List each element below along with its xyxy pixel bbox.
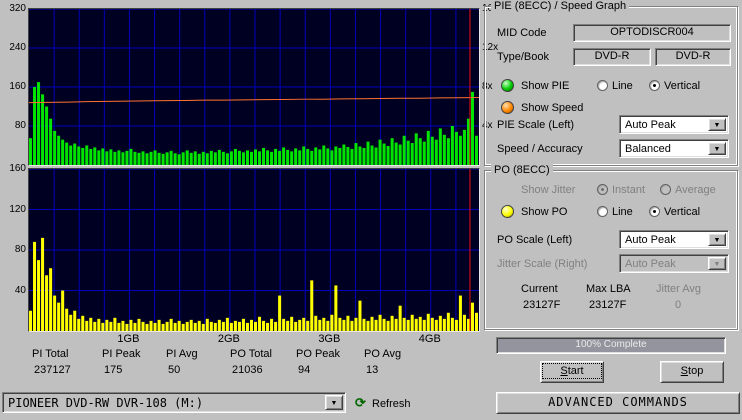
stat-label: PI Peak [102, 348, 141, 360]
jitter-scale-value: Auto Peak [625, 258, 676, 270]
stat-value: 21036 [232, 364, 263, 376]
progress-text: 100% Complete [575, 339, 647, 350]
jitter-average-label: Average [675, 184, 716, 196]
show-po-label: Show PO [521, 206, 568, 218]
chevron-down-icon: ▼ [330, 400, 338, 407]
jitter-instant-radio [597, 184, 608, 195]
jitter-avg-value: 0 [675, 299, 682, 311]
start-button[interactable]: Start [540, 361, 604, 383]
stat-value: 13 [366, 364, 379, 376]
max-lba-header: Max LBA [586, 283, 631, 295]
po-group-title: PO (8ECC) [491, 164, 553, 177]
pie-axis-labels: 320 240 160 80 [9, 3, 26, 131]
max-lba-value: 23127F [589, 299, 627, 311]
jitter-scale-dropdown-button: ▼ [708, 257, 726, 270]
book-type-value: DVD-R [655, 48, 731, 66]
stat-pi-peak: PI Peak 175 [102, 348, 168, 376]
disc-type-value: DVD-R [573, 48, 651, 66]
show-speed-led-toggle[interactable] [501, 101, 514, 114]
chevron-down-icon: ▼ [713, 146, 721, 153]
speed-accuracy-label: Speed / Accuracy [497, 143, 583, 155]
po-scale-value: Auto Peak [625, 234, 676, 246]
drive-dropdown-button[interactable]: ▼ [325, 395, 343, 410]
po-axis-labels: 160 120 80 40 [9, 163, 26, 296]
chevron-down-icon: ▼ [713, 261, 721, 268]
pie-scale-select[interactable]: Auto Peak ▼ [619, 115, 729, 134]
mid-code-value: OPTODISCR004 [573, 24, 731, 42]
jitter-avg-header: Jitter Avg [656, 283, 702, 295]
jitter-instant-label: Instant [612, 184, 646, 196]
stat-label: PI Avg [166, 348, 198, 360]
mid-code-label: MID Code [497, 27, 547, 39]
po-scale-dropdown-button[interactable]: ▼ [708, 233, 726, 246]
stat-po-avg: PO Avg 13 [364, 348, 430, 376]
stat-value: 50 [168, 364, 181, 376]
stat-value: 94 [298, 364, 311, 376]
type-book-label: Type/Book [497, 51, 549, 63]
drive-select-value: PIONEER DVD-RW DVR-108 (M:) [8, 396, 204, 410]
current-lba-header: Current [521, 283, 558, 295]
stat-label: PO Total [230, 348, 272, 360]
pie-vertical-label[interactable]: Vertical [664, 80, 700, 93]
speed-accuracy-select[interactable]: Balanced ▼ [619, 139, 729, 158]
po-line-radio[interactable] [597, 206, 608, 217]
stat-label: PO Avg [364, 348, 402, 360]
po-line-label[interactable]: Line [612, 206, 633, 219]
stat-value: 175 [104, 364, 123, 376]
po-scale-select[interactable]: Auto Peak ▼ [619, 230, 729, 249]
pie-line-radio[interactable] [597, 80, 608, 91]
stat-pi-total: PI Total 237127 [32, 348, 98, 376]
speed-accuracy-dropdown-button[interactable]: ▼ [708, 142, 726, 155]
po-scale-label: PO Scale (Left) [497, 234, 573, 246]
stat-label: PI Total [32, 348, 69, 360]
stat-po-peak: PO Peak 94 [296, 348, 362, 376]
show-speed-label: Show Speed [521, 102, 584, 114]
pie-speed-graph [28, 8, 480, 166]
jitter-scale-label: Jitter Scale (Right) [497, 258, 588, 270]
pie-scale-label: PIE Scale (Left) [497, 119, 575, 131]
pie-speed-group-title: PIE (8ECC) / Speed Graph [491, 0, 630, 13]
show-pie-led-toggle[interactable] [501, 79, 514, 92]
pie-scale-dropdown-button[interactable]: ▼ [708, 118, 726, 131]
pie-scale-value: Auto Peak [625, 119, 676, 131]
scan-progress-bar: 100% Complete [496, 337, 726, 354]
jitter-scale-select: Auto Peak ▼ [619, 254, 729, 273]
po-vertical-label[interactable]: Vertical [664, 206, 700, 219]
show-jitter-label: Show Jitter [521, 184, 576, 196]
stat-label: PO Peak [296, 348, 341, 360]
current-lba-value: 23127F [523, 299, 561, 311]
jitter-average-radio [660, 184, 671, 195]
show-pie-label: Show PIE [521, 80, 570, 92]
chevron-down-icon: ▼ [713, 122, 721, 129]
speed-accuracy-value: Balanced [625, 143, 671, 155]
po-vertical-radio[interactable] [649, 206, 660, 217]
po-graph [28, 168, 480, 332]
refresh-icon[interactable]: ⟳ [355, 396, 366, 409]
pie-line-label[interactable]: Line [612, 80, 633, 93]
stat-pi-avg: PI Avg 50 [166, 348, 232, 376]
refresh-label[interactable]: Refresh [372, 398, 411, 411]
drive-select[interactable]: PIONEER DVD-RW DVR-108 (M:) ▼ [2, 392, 346, 413]
advanced-commands-button[interactable]: ADVANCED COMMANDS [496, 392, 740, 414]
stop-button[interactable]: Stop [660, 361, 724, 383]
chevron-down-icon: ▼ [713, 237, 721, 244]
disc-quality-scan-window: 32024016080 16x12x8x4x 1601208040 1GB2GB… [0, 0, 742, 420]
stat-po-total: PO Total 21036 [230, 348, 296, 376]
show-po-led-toggle[interactable] [501, 205, 514, 218]
pie-vertical-radio[interactable] [649, 80, 660, 91]
pie-speed-group: PIE (8ECC) / Speed Graph MID Code OPTODI… [484, 0, 738, 166]
po-group: PO (8ECC) Show Jitter Instant Average Sh… [484, 164, 738, 330]
stat-value: 237127 [34, 364, 71, 376]
x-axis-labels: 1GB 2GB 3GB 4GB [117, 333, 441, 345]
